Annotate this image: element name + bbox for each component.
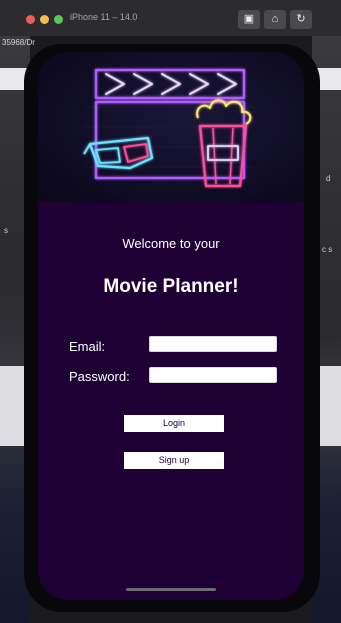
popcorn-icon bbox=[196, 99, 252, 188]
signup-button[interactable]: Sign up bbox=[124, 452, 224, 469]
app-title: Movie Planner! bbox=[103, 276, 239, 297]
background-path-text: 35968/Dr bbox=[2, 38, 35, 47]
simulator-title: iPhone 11 – 14.0 bbox=[70, 12, 138, 22]
home-button[interactable]: ⌂ bbox=[264, 10, 286, 29]
background-text: s bbox=[4, 226, 8, 235]
password-field[interactable] bbox=[149, 367, 277, 383]
login-button[interactable]: Login bbox=[124, 415, 224, 432]
email-label: Email: bbox=[69, 339, 106, 354]
neon-cinema-illustration bbox=[83, 68, 253, 188]
camera-icon: ▣ bbox=[243, 13, 255, 25]
background-text: d bbox=[326, 174, 331, 183]
rotate-button[interactable]: ↻ bbox=[290, 10, 312, 29]
password-label: Password: bbox=[69, 369, 130, 384]
minimize-window-button[interactable] bbox=[40, 15, 49, 24]
hero-banner bbox=[38, 52, 304, 202]
3d-glasses-icon bbox=[83, 136, 154, 170]
simulator-titlebar: iPhone 11 – 14.0 ▣ ⌂ ↻ bbox=[0, 0, 341, 36]
home-icon: ⌂ bbox=[271, 13, 279, 25]
email-field[interactable] bbox=[149, 336, 277, 352]
close-window-button[interactable] bbox=[26, 15, 35, 24]
background-text: c s bbox=[322, 245, 333, 254]
app-screen: Welcome to your Movie Planner! Email: Pa… bbox=[38, 52, 304, 600]
home-indicator[interactable] bbox=[126, 588, 216, 591]
welcome-text: Welcome to your bbox=[122, 236, 220, 251]
rotate-icon: ↻ bbox=[296, 13, 306, 25]
screenshot-button[interactable]: ▣ bbox=[238, 10, 260, 29]
zoom-window-button[interactable] bbox=[54, 15, 63, 24]
